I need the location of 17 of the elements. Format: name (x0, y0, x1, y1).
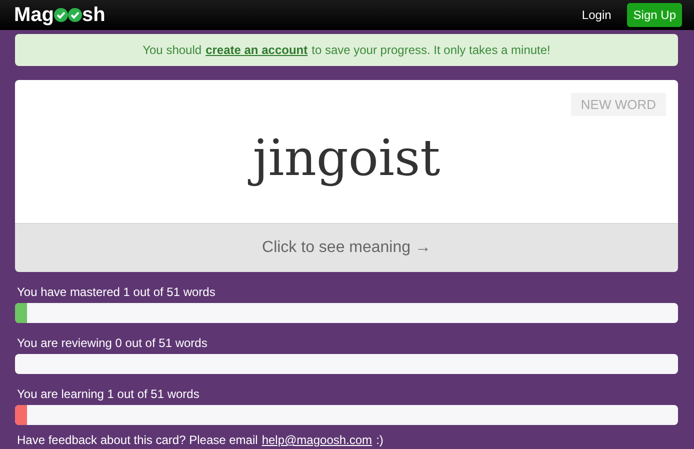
banner-text: You should (142, 43, 202, 57)
check-icon (54, 8, 68, 22)
progress-label: You are reviewing 0 out of 51 words (17, 336, 208, 350)
logo-text: sh (82, 4, 106, 26)
logo-text: Mag (14, 4, 54, 26)
signup-button[interactable]: Sign Up (627, 3, 682, 27)
feedback-text: Have feedback about this card? Please email (17, 433, 258, 447)
create-account-link[interactable]: create an account (206, 43, 308, 57)
feedback-text: :) (376, 433, 384, 447)
see-meaning-button[interactable]: Click to see meaning → (15, 223, 678, 272)
banner-text: to save your progress. It only takes a minute! (312, 43, 550, 57)
check-icon (68, 8, 82, 22)
progress-label: You are learning 1 out of 51 words (17, 387, 200, 401)
login-link[interactable]: Login (576, 7, 618, 23)
email-link[interactable]: help@magoosh.com (262, 433, 372, 447)
vocab-word: jingoist (248, 124, 444, 192)
progress-label: You have mastered 1 out of 51 words (17, 285, 216, 299)
